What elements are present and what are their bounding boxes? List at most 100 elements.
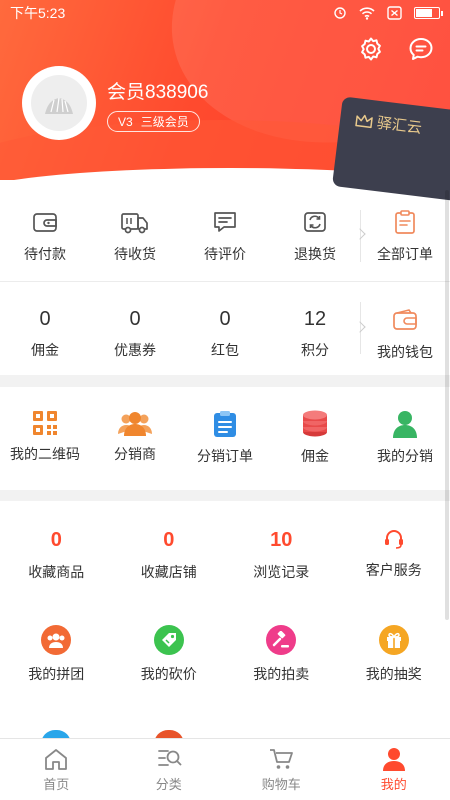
- tab-category-label: 分类: [155, 777, 182, 792]
- wallet-row: 0 佣金 0 优惠券 0 红包 12 积分 我的钱包: [0, 306, 450, 362]
- points-value: 12: [303, 308, 327, 330]
- orders-wallet-section: 待付款 待收货 待评价 退换货 全部订单 0 佣金 0 优惠券 0 红包 12 …: [0, 180, 450, 375]
- my-bargain-label: 我的砍价: [140, 666, 197, 682]
- crown-icon: [355, 114, 373, 128]
- tab-mine[interactable]: 我的: [338, 739, 450, 800]
- points-stat[interactable]: 12 积分: [270, 306, 360, 362]
- tab-home[interactable]: 首页: [0, 739, 113, 800]
- distribution-orders-button[interactable]: 分销订单: [180, 410, 270, 466]
- favorite-products-button[interactable]: 0 收藏商品: [0, 527, 113, 582]
- group-icon: [41, 625, 72, 655]
- tab-cart[interactable]: 购物车: [225, 739, 338, 800]
- gift-icon: [378, 625, 409, 655]
- category-icon: [157, 750, 182, 766]
- my-lottery-label: 我的抽奖: [365, 666, 422, 682]
- level-code: V3: [118, 114, 133, 129]
- coupon-label: 优惠券: [114, 342, 156, 358]
- red-packet-stat[interactable]: 0 红包: [180, 306, 270, 362]
- bargain-icon: [153, 625, 184, 655]
- alarm-icon: [334, 7, 346, 19]
- status-time: 下午5:23: [10, 5, 66, 21]
- commission-label: 佣金: [31, 342, 59, 358]
- gear-icon: [361, 37, 381, 61]
- wifi-icon: [359, 6, 375, 20]
- commission-stat[interactable]: 0 佣金: [0, 306, 90, 362]
- my-distribution-button[interactable]: 我的分销: [360, 410, 450, 466]
- tools-row: 我的二维码 分销商 分销订单 佣金 我的分销: [0, 410, 450, 466]
- avatar[interactable]: [22, 66, 96, 140]
- distributors-label: 分销商: [114, 446, 156, 462]
- order-pending-receipt-label: 待收货: [114, 246, 156, 262]
- battery-icon: [414, 7, 443, 19]
- browse-history-count: 10: [270, 529, 293, 551]
- services-section: 0 收藏商品 0 收藏店铺 10 浏览记录 客户服务 我的拼团 我的砍价 我的拍…: [0, 501, 450, 738]
- username: 会员838906: [107, 82, 209, 103]
- points-label: 积分: [301, 342, 329, 358]
- my-wallet-button[interactable]: 我的钱包: [360, 306, 450, 362]
- status-bar: 下午5:23: [0, 0, 450, 26]
- avatar-image: [31, 75, 87, 131]
- scrollbar[interactable]: [445, 190, 449, 620]
- order-pending-payment[interactable]: 待付款: [0, 208, 90, 264]
- my-bargain-button[interactable]: 我的砍价: [113, 625, 226, 684]
- coupon-stat[interactable]: 0 优惠券: [90, 306, 180, 362]
- commission-value: 0: [39, 308, 51, 330]
- favorite-stores-label: 收藏店铺: [140, 564, 197, 580]
- all-orders-label: 全部订单: [377, 246, 433, 262]
- customer-service-label: 客户服务: [365, 562, 422, 578]
- commission-label: 佣金: [301, 448, 329, 464]
- browse-history-label: 浏览记录: [253, 564, 310, 580]
- all-orders-button[interactable]: 全部订单: [360, 208, 450, 264]
- section-divider: [0, 281, 450, 282]
- qrcode-icon: [33, 411, 57, 435]
- favorites-row: 0 收藏商品 0 收藏店铺 10 浏览记录 客户服务: [0, 527, 450, 582]
- wallet-icon: [33, 213, 57, 232]
- member-level-badge[interactable]: V3 三级会员: [107, 111, 200, 132]
- favorite-stores-button[interactable]: 0 收藏店铺: [113, 527, 226, 582]
- my-lottery-button[interactable]: 我的抽奖: [338, 625, 450, 684]
- my-auction-button[interactable]: 我的拍卖: [225, 625, 338, 684]
- distributors-button[interactable]: 分销商: [90, 410, 180, 466]
- level-name: 三级会员: [140, 115, 189, 129]
- order-pending-payment-label: 待付款: [24, 246, 66, 262]
- order-returns[interactable]: 退换货: [270, 208, 360, 264]
- commission-button[interactable]: 佣金: [270, 410, 360, 466]
- my-auction-label: 我的拍卖: [253, 666, 310, 682]
- order-pending-review[interactable]: 待评价: [180, 208, 270, 264]
- home-icon: [45, 749, 68, 770]
- tab-cart-label: 购物车: [261, 777, 301, 792]
- red-packet-value: 0: [219, 308, 231, 330]
- comment-icon: [214, 212, 236, 232]
- message-button[interactable]: [406, 34, 436, 64]
- distribution-orders-label: 分销订单: [197, 448, 253, 464]
- headset-icon: [384, 530, 403, 549]
- tab-category[interactable]: 分类: [113, 739, 226, 800]
- distribution-tools-section: 我的二维码 分销商 分销订单 佣金 我的分销: [0, 387, 450, 490]
- my-group-buy-button[interactable]: 我的拼团: [0, 625, 113, 684]
- tab-mine-label: 我的: [380, 777, 407, 792]
- activities-row: 我的拼团 我的砍价 我的拍卖 我的抽奖: [0, 625, 450, 684]
- coins-icon: [303, 410, 327, 437]
- my-qrcode-button[interactable]: 我的二维码: [0, 410, 90, 466]
- people-icon: [118, 412, 152, 436]
- order-status-row: 待付款 待收货 待评价 退换货 全部订单: [0, 208, 450, 264]
- red-packet-label: 红包: [211, 342, 239, 358]
- settings-button[interactable]: [356, 34, 386, 64]
- no-sim-icon: [387, 6, 402, 20]
- customer-service-button[interactable]: 客户服务: [338, 527, 450, 582]
- bottom-tab-bar: 首页 分类 购物车 我的: [0, 738, 450, 800]
- chat-icon: [409, 38, 433, 60]
- favorite-products-label: 收藏商品: [28, 564, 85, 580]
- favorite-stores-count: 0: [163, 529, 175, 551]
- browse-history-button[interactable]: 10 浏览记录: [225, 527, 338, 582]
- return-icon: [304, 212, 326, 232]
- order-pending-review-label: 待评价: [204, 246, 246, 262]
- user-icon: [382, 748, 405, 771]
- avatar-placeholder-icon: [45, 97, 73, 114]
- member-card[interactable]: [332, 96, 450, 202]
- my-wallet-label: 我的钱包: [377, 344, 433, 360]
- order-pending-receipt[interactable]: 待收货: [90, 208, 180, 264]
- tab-home-label: 首页: [43, 777, 70, 792]
- orders-clipboard-icon: [395, 210, 415, 234]
- my-distribution-label: 我的分销: [377, 448, 433, 464]
